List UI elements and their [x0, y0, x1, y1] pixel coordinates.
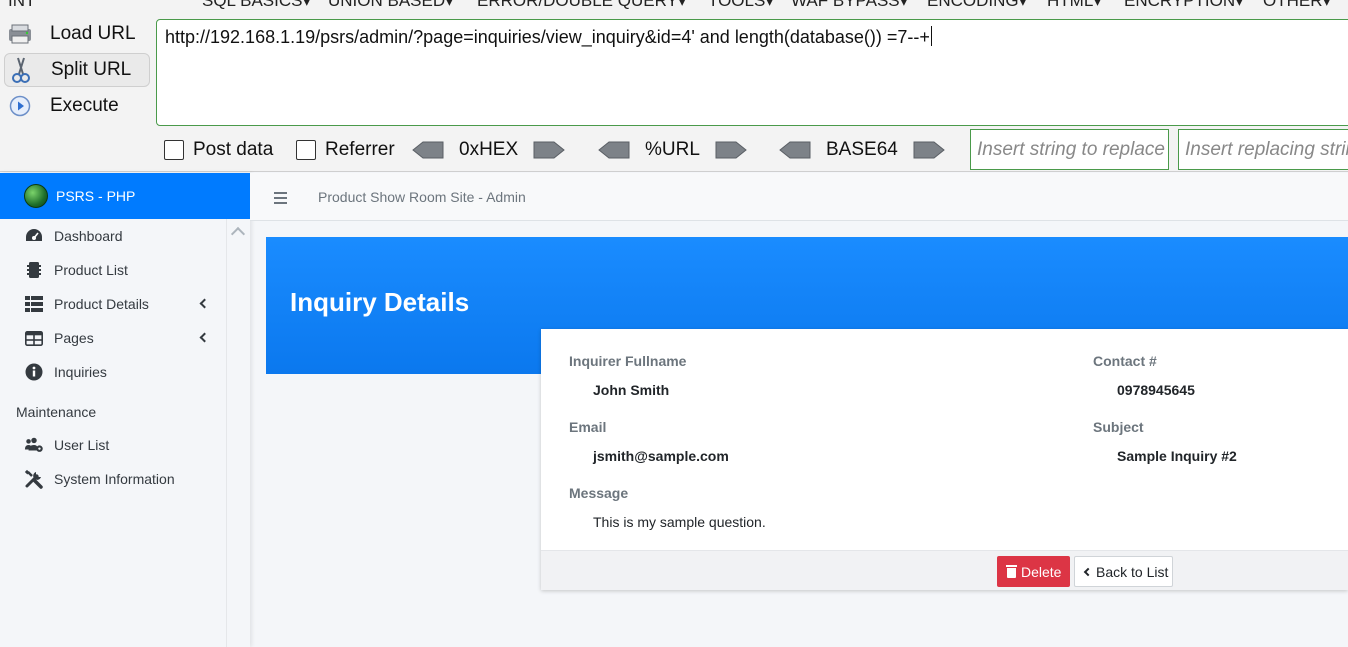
- site-title: Product Show Room Site - Admin: [318, 189, 526, 205]
- sidebar-item-system-information[interactable]: System Information: [0, 462, 226, 496]
- hamburger-menu-icon[interactable]: [274, 192, 288, 204]
- hex-encode-arrow-icon[interactable]: [532, 139, 566, 161]
- referrer-check-box[interactable]: [296, 140, 316, 160]
- chevron-left-icon: [199, 332, 210, 343]
- sidebar: PSRS - PHP Dashboard Product List Produc…: [0, 173, 250, 647]
- execute-button[interactable]: Execute: [4, 89, 150, 123]
- hex-decode-arrow-icon[interactable]: [411, 139, 445, 161]
- url-input[interactable]: http://192.168.1.19/psrs/admin/?page=inq…: [156, 19, 1348, 126]
- sidebar-item-product-list[interactable]: Product List: [0, 253, 226, 287]
- contact-label: Contact #: [1093, 353, 1157, 369]
- replace-with-input[interactable]: Insert replacing string: [1178, 129, 1348, 170]
- brand-logo-icon: [24, 184, 48, 208]
- menu-encryption[interactable]: ENCRYPTION▾: [1124, 0, 1244, 9]
- trash-icon: [1006, 565, 1017, 578]
- chevron-left-icon: [1083, 567, 1093, 576]
- menu-error-double-query[interactable]: ERROR/DOUBLE QUERY▾: [477, 0, 686, 9]
- referrer-checkbox[interactable]: Referrer: [296, 139, 395, 161]
- sidebar-item-inquiries[interactable]: Inquiries: [0, 355, 226, 389]
- base64-encoder: BASE64: [778, 138, 946, 162]
- menu-tools[interactable]: TOOLS▾: [708, 0, 774, 9]
- post-data-check-box[interactable]: [164, 140, 184, 160]
- message-value: This is my sample question.: [593, 514, 766, 530]
- info-circle-icon: [24, 362, 44, 382]
- email-label: Email: [569, 419, 607, 435]
- load-url-button[interactable]: Load URL: [4, 17, 150, 51]
- menu-encoding[interactable]: ENCODING▾: [927, 0, 1027, 9]
- hackbar-toolbar: INT SQL BASICS▾ UNION BASED▾ ERROR/DOUBL…: [0, 0, 1348, 172]
- play-icon: [6, 92, 34, 120]
- maintenance-header: Maintenance: [16, 404, 97, 420]
- fullname-label: Inquirer Fullname: [569, 353, 687, 369]
- users-cog-icon: [24, 435, 44, 455]
- menu-html[interactable]: HTML▾: [1047, 0, 1102, 9]
- post-data-checkbox[interactable]: Post data: [164, 139, 273, 161]
- subject-value: Sample Inquiry #2: [1117, 448, 1237, 464]
- base64-encode-arrow-icon[interactable]: [912, 139, 946, 161]
- contact-value: 0978945645: [1117, 382, 1195, 398]
- card-footer: Delete Back to List: [541, 550, 1348, 590]
- sidebar-item-pages[interactable]: Pages: [0, 321, 226, 355]
- brand-link[interactable]: PSRS - PHP: [0, 173, 250, 219]
- delete-button[interactable]: Delete: [997, 556, 1070, 587]
- hackbar-menubar: INT SQL BASICS▾ UNION BASED▾ ERROR/DOUBL…: [0, 0, 1348, 9]
- sidebar-item-user-list[interactable]: User List: [0, 428, 226, 462]
- replace-find-input[interactable]: Insert string to replace: [970, 129, 1169, 170]
- email-value: jsmith@sample.com: [593, 448, 729, 464]
- menu-int[interactable]: INT: [8, 0, 35, 9]
- dashboard-icon: [24, 226, 44, 246]
- url-encode-arrow-icon[interactable]: [714, 139, 748, 161]
- url-encoder: %URL: [597, 138, 748, 162]
- table-icon: [24, 328, 44, 348]
- top-navbar: Product Show Room Site - Admin: [250, 173, 1348, 221]
- scissors-icon: [7, 56, 35, 84]
- page-title: Inquiry Details: [290, 287, 470, 317]
- subject-label: Subject: [1093, 419, 1144, 435]
- menu-union-based[interactable]: UNION BASED▾: [328, 0, 454, 9]
- sidebar-item-dashboard[interactable]: Dashboard: [0, 219, 226, 253]
- base64-decode-arrow-icon[interactable]: [778, 139, 812, 161]
- menu-sql-basics[interactable]: SQL BASICS▾: [202, 0, 311, 9]
- menu-other[interactable]: OTHER▾: [1263, 0, 1331, 9]
- split-url-button[interactable]: Split URL: [4, 53, 150, 87]
- load-url-icon: [6, 20, 34, 48]
- chevron-left-icon: [199, 298, 210, 309]
- hex-encoder: 0xHEX: [411, 138, 566, 162]
- chevron-up-icon[interactable]: [230, 226, 246, 242]
- mobile-icon: [24, 260, 44, 280]
- url-decode-arrow-icon[interactable]: [597, 139, 631, 161]
- menu-waf-bypass[interactable]: WAF BYPASS▾: [791, 0, 908, 9]
- back-to-list-button[interactable]: Back to List: [1074, 556, 1173, 587]
- inquiry-details-card: Inquirer Fullname John Smith Contact # 0…: [541, 329, 1348, 590]
- message-label: Message: [569, 485, 629, 501]
- sidebar-scrollbar[interactable]: [226, 219, 250, 647]
- th-list-icon: [24, 294, 44, 314]
- fullname-value: John Smith: [593, 382, 670, 398]
- tools-icon: [24, 469, 44, 489]
- sidebar-item-product-details[interactable]: Product Details: [0, 287, 226, 321]
